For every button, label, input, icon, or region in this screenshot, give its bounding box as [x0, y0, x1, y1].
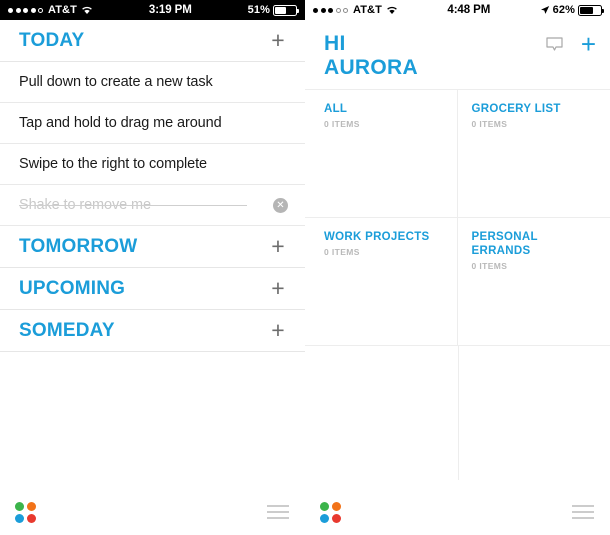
status-bar-left-group: AT&T [313, 4, 398, 16]
task-row[interactable]: Tap and hold to drag me around [0, 103, 305, 144]
lists-grid-empty-row [305, 345, 610, 481]
list-title: PERSONAL ERRANDS [471, 231, 538, 258]
hamburger-menu-icon[interactable] [572, 505, 594, 519]
task-text: Tap and hold to drag me around [19, 115, 222, 131]
greeting-line-1: HI [324, 32, 346, 55]
hamburger-menu-icon[interactable] [267, 505, 289, 519]
wifi-icon [386, 5, 398, 15]
list-title: GROCERY LIST [471, 103, 561, 116]
task-list: TODAY + Pull down to create a new task T… [0, 20, 305, 472]
list-item-count: 0 ITEMS [471, 261, 508, 272]
carrier-label: AT&T [353, 4, 382, 16]
clock-label: 4:48 PM [447, 4, 491, 16]
task-text: Pull down to create a new task [19, 74, 213, 90]
list-card-grocery-list[interactable]: GROCERY LIST 0 ITEMS [457, 89, 610, 217]
status-bar-right-group: 62% [540, 4, 604, 16]
carrier-label: AT&T [48, 4, 77, 16]
list-title: WORK PROJECTS [324, 231, 430, 244]
wifi-icon [81, 5, 93, 15]
status-bar-left: AT&T 3:19 PM 51% [0, 0, 305, 20]
app-logo[interactable] [15, 501, 36, 523]
lists-grid: ALL 0 ITEMS GROCERY LIST 0 ITEMS WORK PR… [305, 89, 610, 346]
status-bar-right: AT&T 4:48 PM 62% [305, 0, 610, 20]
list-title: ALL [324, 103, 348, 116]
battery-icon [578, 4, 604, 16]
plus-icon[interactable]: + [581, 31, 596, 57]
task-text: Swipe to the right to complete [19, 156, 208, 172]
speech-bubble-icon[interactable] [546, 37, 563, 52]
strikethrough-line [19, 205, 247, 206]
phone-screen-tasks: AT&T 3:19 PM 51% TODAY + Pull down to cr… [0, 0, 305, 535]
plus-icon[interactable]: + [268, 29, 288, 52]
greeting-header: HI AURORA + [305, 20, 610, 89]
location-arrow-icon [540, 5, 550, 15]
battery-percent-label: 51% [247, 4, 270, 16]
list-card-all[interactable]: ALL 0 ITEMS [305, 89, 458, 218]
list-card-work-projects[interactable]: WORK PROJECTS 0 ITEMS [305, 217, 458, 346]
task-row[interactable]: Pull down to create a new task [0, 62, 305, 103]
section-title: UPCOMING [19, 277, 126, 299]
plus-icon[interactable]: + [268, 319, 288, 342]
list-item-count: 0 ITEMS [324, 119, 360, 130]
greeting-line-2: AURORA [324, 55, 418, 79]
bottom-toolbar-right [305, 489, 610, 535]
list-item-count: 0 ITEMS [324, 247, 360, 258]
battery-icon [273, 4, 299, 16]
app-logo[interactable] [320, 501, 341, 523]
battery-percent-label: 62% [552, 4, 575, 16]
task-row-completed[interactable]: Shake to remove me ✕ [0, 185, 305, 226]
dual-phone-screenshot: AT&T 3:19 PM 51% TODAY + Pull down to cr… [0, 0, 610, 535]
empty-space [0, 352, 305, 472]
section-header-upcoming[interactable]: UPCOMING + [0, 268, 305, 310]
section-header-tomorrow[interactable]: TOMORROW + [0, 226, 305, 268]
bottom-toolbar-left [0, 489, 305, 535]
section-header-someday[interactable]: SOMEDAY + [0, 310, 305, 352]
plus-icon[interactable]: + [268, 235, 288, 258]
signal-strength-icon [313, 7, 348, 13]
plus-icon[interactable]: + [268, 277, 288, 300]
task-row[interactable]: Swipe to the right to complete [0, 144, 305, 185]
list-item-count: 0 ITEMS [471, 119, 508, 130]
section-header-today[interactable]: TODAY + [0, 20, 305, 62]
section-title: TODAY [19, 29, 85, 51]
header-actions: + [546, 31, 596, 57]
greeting-text: HI AURORA [324, 32, 418, 79]
signal-strength-icon [8, 7, 43, 13]
status-bar-left-group: AT&T [8, 4, 93, 16]
clock-label: 3:19 PM [148, 4, 192, 16]
phone-screen-lists: AT&T 4:48 PM 62% HI AURORA + ALL 0 ITEMS… [305, 0, 610, 535]
status-bar-right-group: 51% [247, 4, 299, 16]
section-title: SOMEDAY [19, 319, 115, 341]
close-circle-icon[interactable]: ✕ [273, 197, 288, 213]
section-title: TOMORROW [19, 235, 138, 257]
list-card-personal-errands[interactable]: PERSONAL ERRANDS 0 ITEMS [457, 217, 610, 345]
